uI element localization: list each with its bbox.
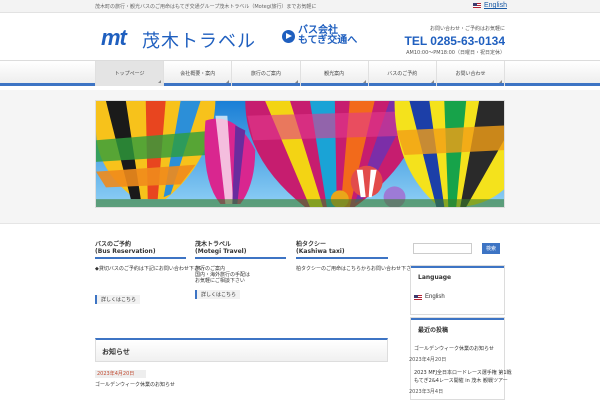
recent-post-link[interactable]: 2023 MFJ全日本ロードレース選手権 第1戦 xyxy=(414,370,512,377)
service-desc-line: 柏タクシーのご用命はこちらからお問い合わせ下さい xyxy=(296,266,417,272)
sidebar-search-button[interactable]: 検索 xyxy=(482,243,500,254)
logo-mark[interactable]: mt xyxy=(101,25,127,51)
nav-item-company[interactable]: 会社概要・案内 xyxy=(164,61,233,86)
service-motegi-travel: 茂木トラベル (Motegi Travel) 旅行のご案内 国内・海外旅行の手配… xyxy=(195,241,286,299)
nav-item-bus-booking[interactable]: バスのご予約 xyxy=(369,61,437,86)
logo-name[interactable]: 茂木トラベル xyxy=(142,27,256,53)
language-widget-heading: Language xyxy=(411,266,504,287)
service-description: ◆貸切バスのご予約は下記にお問い合わせ下さい xyxy=(95,266,204,272)
us-flag-icon xyxy=(414,294,422,300)
service-description: 柏タクシーのご用命はこちらからお問い合わせ下さい xyxy=(296,266,416,272)
service-kashiwa-taxi: 柏タクシー (Kashiwa taxi) 柏タクシーのご用命はこちらからお問い合… xyxy=(296,241,416,272)
title-underline xyxy=(296,257,388,259)
service-title-jp: バスのご予約 xyxy=(95,241,132,248)
nav-item-top[interactable]: トップページ xyxy=(95,61,165,86)
site-tagline: 茂木町の旅行・観光バスのご用命はもてぎ交通グループ茂木トラベル（Motegi旅行… xyxy=(95,4,317,10)
service-desc-line: お気軽にご相談下さい xyxy=(195,278,245,284)
nav-item-travel[interactable]: 旅行のご案内 xyxy=(232,61,301,86)
nav-item-sightseeing[interactable]: 観光案内 xyxy=(301,61,369,86)
recent-post-date: 2023年3月4日 xyxy=(409,389,444,395)
service-desc-line: ◆貸切バスのご予約は下記にお問い合わせ下さい xyxy=(95,266,204,272)
contact-caption: お問い合わせ・ご予約はお気軽に xyxy=(429,26,505,32)
bus-company-link-label: バス会社 もてぎ交通へ xyxy=(298,26,357,46)
service-title: 茂木トラベル (Motegi Travel) xyxy=(195,241,286,255)
more-button-travel[interactable]: 詳しくはこちら xyxy=(195,290,241,299)
phone-number[interactable]: TEL 0285-63-0134 xyxy=(404,34,505,48)
recent-post-link[interactable]: もてぎ2&4レース開催 in 茂木 観戦ツアー xyxy=(414,378,508,385)
business-hours: AM10:00～PM18:00（日曜日・祝日定休） xyxy=(406,50,505,56)
hero-image-balloons xyxy=(95,100,505,208)
hero-divider xyxy=(0,223,600,224)
news-date: 2023年4月20日 xyxy=(95,370,146,378)
service-title-en: (Motegi Travel) xyxy=(195,248,247,255)
top-bar: 茂木町の旅行・観光バスのご用命はもてぎ交通グループ茂木トラベル（Motegi旅行… xyxy=(0,0,600,13)
service-description: 旅行のご案内 国内・海外旅行の手配は お気軽にご相談下さい xyxy=(195,266,286,284)
us-flag-icon xyxy=(473,3,481,8)
bus-company-link[interactable]: バス会社 もてぎ交通へ xyxy=(282,26,357,46)
news-heading: お知らせ xyxy=(102,348,130,356)
news-item-link[interactable]: ゴールデンウィーク休業のお知らせ xyxy=(95,381,175,388)
site-header: mt 茂木トラベル バス会社 もてぎ交通へ お問い合わせ・ご予約はお気軽に TE… xyxy=(0,13,600,60)
bus-link-line2: もてぎ交通へ xyxy=(298,35,358,46)
language-switch-english[interactable]: English xyxy=(473,2,507,9)
service-title-jp: 柏タクシー xyxy=(296,241,327,248)
sidebar-language-label: English xyxy=(425,294,445,300)
service-title: 柏タクシー (Kashiwa taxi) xyxy=(296,241,388,255)
service-title: バスのご予約 (Bus Reservation) xyxy=(95,241,186,255)
news-header: お知らせ xyxy=(95,338,388,362)
sidebar-search-input[interactable] xyxy=(413,243,472,254)
recent-post-date: 2023年4月20日 xyxy=(409,357,447,363)
title-underline xyxy=(195,257,286,259)
service-title-en: (Bus Reservation) xyxy=(95,248,156,255)
hot-air-balloons-illustration xyxy=(96,101,504,207)
language-switch-label: English xyxy=(484,2,507,9)
more-button-bus[interactable]: 詳しくはこちら xyxy=(95,295,141,304)
sidebar-language-english[interactable]: English xyxy=(414,294,445,300)
service-bus-reservation: バスのご予約 (Bus Reservation) ◆貸切バスのご予約は下記にお問… xyxy=(95,241,204,304)
arrow-right-icon xyxy=(282,29,295,43)
recent-post-link[interactable]: ゴールデンウィーク休業のお知らせ xyxy=(414,346,494,353)
service-title-en: (Kashiwa taxi) xyxy=(296,248,345,255)
contact-info: お問い合わせ・ご予約はお気軽に TEL 0285-63-0134 AM10:00… xyxy=(404,25,505,56)
sidebar-language-widget: Language xyxy=(410,265,505,315)
title-underline xyxy=(95,257,186,259)
recent-posts-heading: 最近の投稿 xyxy=(411,318,504,339)
main-nav: トップページ 会社概要・案内 旅行のご案内 観光案内 バスのご予約 お問い合わせ xyxy=(0,60,600,86)
service-title-jp: 茂木トラベル xyxy=(195,241,232,248)
nav-item-contact[interactable]: お問い合わせ xyxy=(437,61,506,86)
